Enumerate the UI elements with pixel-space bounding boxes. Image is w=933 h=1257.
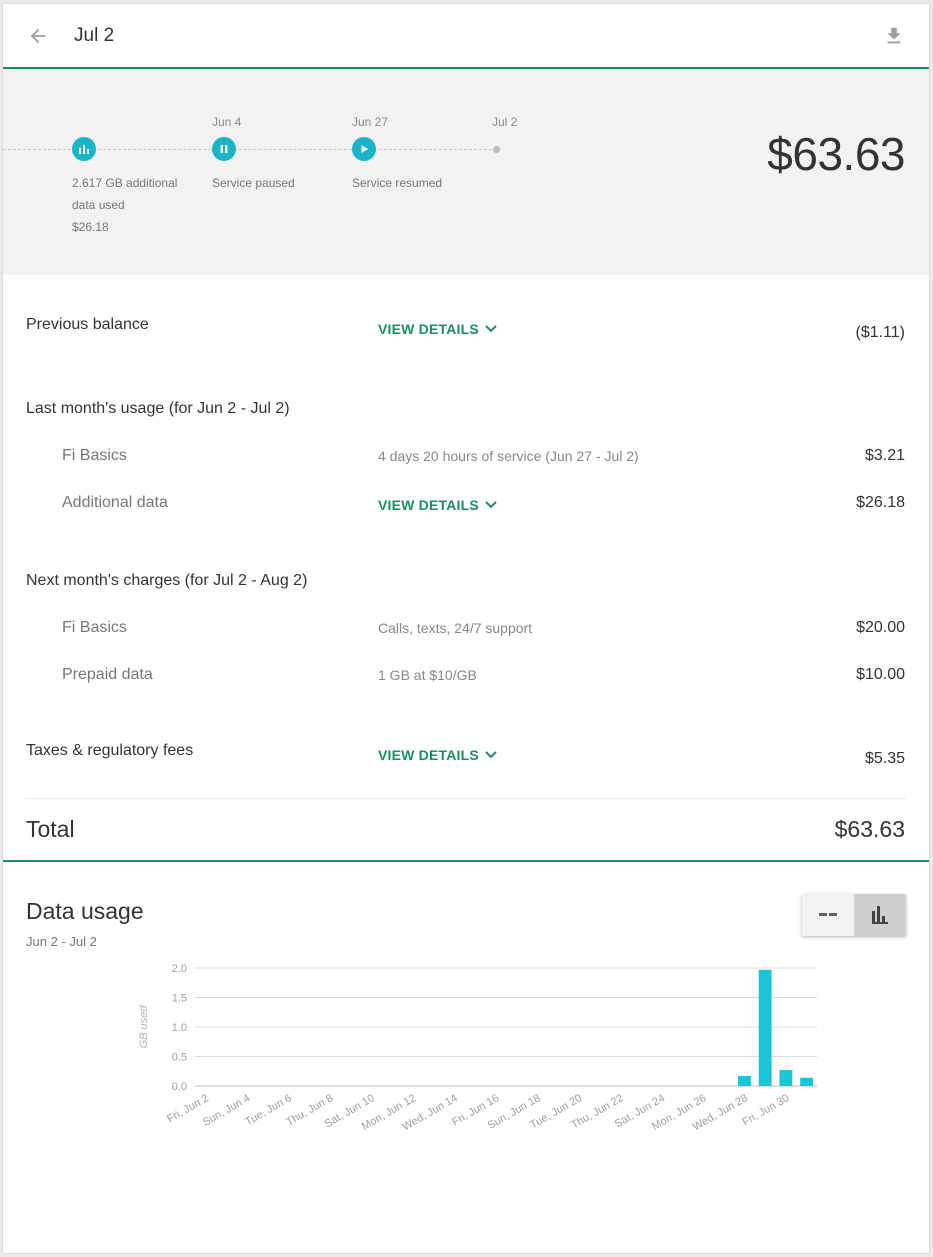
prepaid-data-amount: $10.00: [856, 666, 905, 683]
y-tick-label: 1.0: [172, 1022, 187, 1034]
download-button[interactable]: [883, 24, 905, 48]
total-amount: $63.63: [834, 816, 905, 842]
download-icon: [887, 27, 901, 44]
view-details-label: VIEW DETAILS: [378, 747, 479, 763]
timeline-event-resumed[interactable]: [352, 137, 376, 161]
timeline-label-paused: Service paused: [212, 176, 295, 190]
timeline-date: Jun 27: [352, 115, 389, 129]
taxes-label: Taxes & regulatory fees: [26, 742, 194, 759]
taxes-amount: $5.35: [864, 750, 905, 767]
billing-timeline: Jun 4 Jun 27 Jul 2 2.617 GB additional d…: [3, 69, 929, 275]
page-title: Jul 2: [74, 25, 115, 46]
y-tick-label: 1.5: [172, 993, 187, 1005]
timeline-label-line: 2.617 GB additional: [72, 176, 178, 190]
timeline-date: Jul 2: [492, 115, 518, 129]
data-usage-chart: 2.01.51.00.50.0GB usedFri, Jun 2Sun, Jun…: [138, 963, 817, 1133]
y-tick-label: 0.5: [172, 1052, 187, 1064]
bar-jun-30[interactable]: [779, 1070, 793, 1086]
x-tick-label: Fri, Jun 30: [740, 1092, 791, 1128]
timeline-date: Jun 4: [212, 115, 242, 129]
divider: [26, 798, 905, 799]
bar-chart-icon: [872, 906, 888, 924]
additional-data-label: Additional data: [62, 494, 168, 511]
bar-jul-1[interactable]: [800, 1077, 814, 1086]
timeline-label-data: 2.617 GB additional data used $26.18: [72, 172, 177, 238]
additional-data-view-details[interactable]: VIEW DETAILS: [378, 497, 497, 513]
additional-data-amount: $26.18: [856, 494, 905, 511]
view-details-label: VIEW DETAILS: [378, 321, 479, 337]
y-tick-label: 0.0: [172, 1081, 187, 1093]
data-usage-title: Data usage: [26, 898, 144, 924]
bar-chart-toggle[interactable]: [854, 894, 906, 936]
taxes-view-details[interactable]: VIEW DETAILS: [378, 747, 497, 763]
fi-basics-next-amount: $20.00: [856, 619, 905, 636]
previous-balance-label: Previous balance: [26, 316, 149, 333]
timeline-label-amount: $26.18: [72, 220, 109, 234]
y-axis-label: GB used: [138, 1005, 150, 1049]
timeline-event-data[interactable]: [72, 137, 96, 161]
line-chart-toggle[interactable]: [802, 894, 854, 936]
fi-basics-label: Fi Basics: [62, 447, 127, 464]
pause-icon: [220, 145, 228, 153]
timeline-label-line: data used: [72, 198, 125, 212]
chevron-down-icon: [485, 501, 497, 509]
bill-card: Jul 2 Jun 4 Jun 27 Jul 2 2.617 GB additi…: [2, 3, 930, 1254]
arrow-back-icon: [30, 28, 46, 44]
chevron-down-icon: [485, 325, 497, 333]
timeline-label-resumed: Service resumed: [352, 176, 443, 190]
chevron-down-icon: [485, 751, 497, 759]
next-month-heading: Next month's charges (for Jul 2 - Aug 2): [26, 572, 308, 589]
bar-chart-icon: [79, 145, 89, 154]
fi-basics-next-desc: Calls, texts, 24/7 support: [378, 620, 533, 636]
bar-jun-29[interactable]: [758, 969, 772, 1086]
line-chart-icon: [819, 913, 837, 916]
timeline-event-paused[interactable]: [212, 137, 236, 161]
timeline-end-dot: [493, 146, 500, 153]
app-header: Jul 2: [3, 4, 929, 69]
x-tick-label: Sun, Jun 4: [201, 1092, 253, 1129]
fi-basics-amount: $3.21: [864, 447, 905, 464]
last-month-heading: Last month's usage (for Jun 2 - Jul 2): [26, 400, 290, 417]
back-button[interactable]: [27, 25, 49, 47]
y-tick-label: 2.0: [172, 963, 187, 975]
bar-jun-28[interactable]: [738, 1075, 751, 1086]
fi-basics-desc: 4 days 20 hours of service (Jun 27 - Jul…: [378, 448, 639, 464]
previous-balance-view-details[interactable]: VIEW DETAILS: [378, 321, 497, 337]
total-label: Total: [26, 816, 75, 842]
bill-total-large: $63.63: [767, 128, 905, 180]
prepaid-data-desc: 1 GB at $10/GB: [378, 667, 477, 683]
chart-type-toggle: [802, 894, 906, 936]
data-usage-range: Jun 2 - Jul 2: [26, 934, 97, 949]
fi-basics-next-label: Fi Basics: [62, 619, 127, 636]
view-details-label: VIEW DETAILS: [378, 497, 479, 513]
prepaid-data-label: Prepaid data: [62, 666, 153, 683]
previous-balance-amount: ($1.11): [855, 324, 905, 341]
divider: [3, 860, 929, 862]
play-icon: [361, 145, 368, 153]
